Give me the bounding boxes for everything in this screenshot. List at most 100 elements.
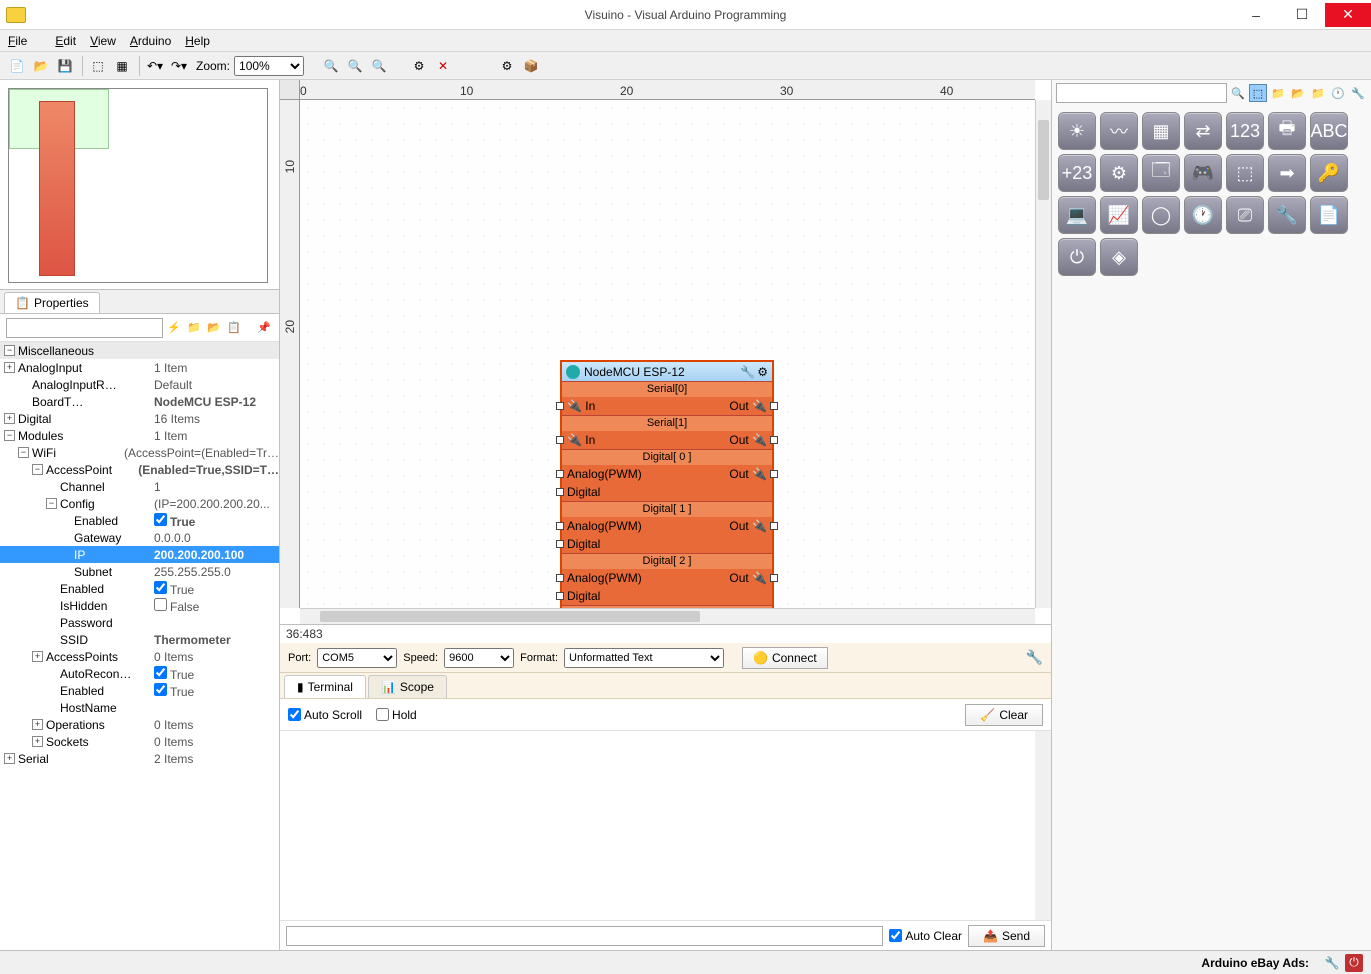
expand-icon[interactable] xyxy=(4,413,15,424)
palette-search-input[interactable] xyxy=(1056,83,1227,103)
property-checkbox[interactable] xyxy=(154,581,167,594)
menu-view[interactable]: View xyxy=(90,34,116,48)
property-row[interactable]: Digital16 Items xyxy=(0,410,279,427)
property-value[interactable]: 1 xyxy=(150,480,161,494)
canvas-scrollbar-h[interactable] xyxy=(300,608,1035,624)
send-input[interactable] xyxy=(286,926,883,946)
menu-edit[interactable]: Edit xyxy=(55,34,76,48)
property-checkbox[interactable] xyxy=(154,666,167,679)
property-row[interactable]: Sockets0 Items xyxy=(0,733,279,750)
palette-item[interactable]: 🔧 xyxy=(1268,196,1306,234)
pin-in[interactable]: Analog(PWM) xyxy=(566,467,642,481)
palette-tool-icon[interactable]: ⬚ xyxy=(1249,84,1267,102)
hold-checkbox[interactable]: Hold xyxy=(376,708,417,722)
property-value[interactable]: 0.0.0.0 xyxy=(150,531,191,545)
folder-icon[interactable]: 📁 xyxy=(1269,84,1287,102)
property-row[interactable]: WiFi(AccessPoint=(Enabled=Tr… xyxy=(0,444,279,461)
recent-icon[interactable]: 🕐 xyxy=(1329,84,1347,102)
zoom-in-button[interactable]: 🔍 xyxy=(320,55,342,77)
upload-button[interactable]: 📦 xyxy=(520,55,542,77)
pin-out[interactable]: Out 🔌 xyxy=(729,519,768,533)
minimize-button[interactable]: – xyxy=(1233,3,1279,27)
property-value[interactable]: False xyxy=(150,598,199,614)
property-value[interactable]: 0 Items xyxy=(150,718,193,732)
wrench-icon[interactable]: 🔧 xyxy=(1349,84,1367,102)
delete-button[interactable]: ✕ xyxy=(432,55,454,77)
scrollbar-thumb[interactable] xyxy=(1038,120,1049,200)
wrench-icon[interactable]: 🔧 xyxy=(740,365,755,379)
zoom-out-button[interactable]: 🔍 xyxy=(344,55,366,77)
properties-tree[interactable]: MiscellaneousAnalogInput1 ItemAnalogInpu… xyxy=(0,342,279,950)
property-row[interactable]: AutoRecon…True xyxy=(0,665,279,682)
property-value[interactable]: 0 Items xyxy=(150,735,193,749)
property-value[interactable]: Default xyxy=(150,378,192,392)
palette-item[interactable]: 🗔 xyxy=(1142,154,1180,192)
list-icon[interactable]: 📋 xyxy=(225,319,243,337)
pin-in[interactable]: Digital xyxy=(566,485,600,499)
property-row[interactable]: Serial2 Items xyxy=(0,750,279,767)
speed-select[interactable]: 9600 xyxy=(444,648,514,668)
palette-item[interactable]: ◯ xyxy=(1142,196,1180,234)
palette-item[interactable]: 📈 xyxy=(1100,196,1138,234)
pin-out[interactable]: Out 🔌 xyxy=(729,433,768,447)
palette-item[interactable]: +23 xyxy=(1058,154,1096,192)
palette-item[interactable]: 🕐 xyxy=(1184,196,1222,234)
terminal-scrollbar[interactable] xyxy=(1035,731,1051,920)
filter-icon[interactable]: ⚡ xyxy=(165,319,183,337)
property-row[interactable]: Channel1 xyxy=(0,478,279,495)
property-checkbox[interactable] xyxy=(154,598,167,611)
fit-button[interactable]: ⬚ xyxy=(87,55,109,77)
auto-scroll-checkbox[interactable]: Auto Scroll xyxy=(288,708,362,722)
palette-item[interactable]: ⚙ xyxy=(1100,154,1138,192)
property-value[interactable]: 200.200.200.100 xyxy=(150,548,244,562)
property-value[interactable]: 1 Item xyxy=(150,429,187,443)
property-value[interactable]: True xyxy=(150,683,194,699)
overview-canvas[interactable] xyxy=(8,88,268,283)
pin-in[interactable]: Digital xyxy=(566,537,600,551)
property-row[interactable]: Config(IP=200.200.200.20... xyxy=(0,495,279,512)
palette-item[interactable]: ◈ xyxy=(1100,238,1138,276)
maximize-button[interactable]: ☐ xyxy=(1279,3,1325,27)
expand-icon[interactable] xyxy=(46,498,57,509)
palette-item[interactable]: ☀ xyxy=(1058,112,1096,150)
scrollbar-thumb[interactable] xyxy=(320,611,700,622)
pin-in[interactable]: 🔌 In xyxy=(566,399,595,413)
property-row[interactable]: AnalogInputR…Default xyxy=(0,376,279,393)
property-value[interactable]: (AccessPoint=(Enabled=Tr… xyxy=(120,446,279,460)
property-value[interactable]: NodeMCU ESP-12 xyxy=(150,395,256,409)
property-value[interactable]: (IP=200.200.200.20... xyxy=(150,497,270,511)
gear-icon[interactable]: ⚙ xyxy=(757,365,768,379)
undo-button[interactable]: ↶▾ xyxy=(144,55,166,77)
property-row[interactable]: BoardT…NodeMCU ESP-12 xyxy=(0,393,279,410)
settings-icon[interactable]: 🔧 xyxy=(1026,649,1043,666)
open-button[interactable]: 📂 xyxy=(30,55,52,77)
property-row[interactable]: IsHiddenFalse xyxy=(0,597,279,614)
connect-button[interactable]: 🟡 Connect xyxy=(742,647,828,669)
property-row[interactable]: SSIDThermometer xyxy=(0,631,279,648)
property-value[interactable]: 255.255.255.0 xyxy=(150,565,231,579)
property-row[interactable]: EnabledTrue xyxy=(0,682,279,699)
property-value[interactable]: True xyxy=(150,666,194,682)
palette-item[interactable]: ⎚ xyxy=(1226,196,1264,234)
menu-file[interactable]: File xyxy=(8,34,41,48)
palette-item[interactable]: ABC xyxy=(1310,112,1348,150)
property-row[interactable]: AccessPoint(Enabled=True,SSID=T… xyxy=(0,461,279,478)
palette-item[interactable]: 〰 xyxy=(1100,112,1138,150)
palette-item[interactable]: ⇄ xyxy=(1184,112,1222,150)
property-row[interactable]: Gateway0.0.0.0 xyxy=(0,529,279,546)
folder-icon[interactable]: 📁 xyxy=(185,319,203,337)
palette-item[interactable]: 🎮 xyxy=(1184,154,1222,192)
tool-icon[interactable]: 🔧 xyxy=(1323,954,1341,972)
tool-button[interactable]: ⚙ xyxy=(408,55,430,77)
send-button[interactable]: 📤 Send xyxy=(968,925,1045,947)
node-title-bar[interactable]: NodeMCU ESP-12 🔧 ⚙ xyxy=(562,362,772,382)
property-row[interactable]: HostName xyxy=(0,699,279,716)
filter-icon[interactable]: 🔍 xyxy=(1229,84,1247,102)
pin-out[interactable]: Out 🔌 xyxy=(729,467,768,481)
property-value[interactable]: 16 Items xyxy=(150,412,200,426)
property-row[interactable]: EnabledTrue xyxy=(0,580,279,597)
property-value[interactable]: 0 Items xyxy=(150,650,193,664)
folder2-icon[interactable]: 📂 xyxy=(1289,84,1307,102)
new-button[interactable]: 📄 xyxy=(6,55,28,77)
property-value[interactable]: True xyxy=(150,513,195,529)
